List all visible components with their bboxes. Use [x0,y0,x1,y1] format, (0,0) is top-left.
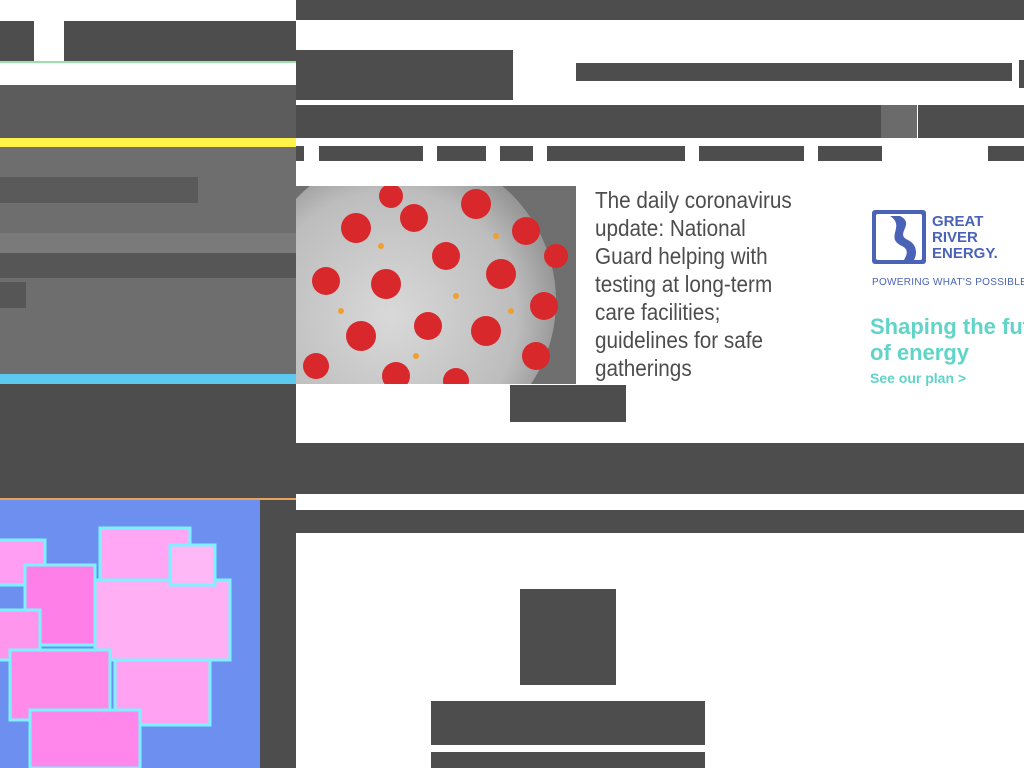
background-divider [0,61,296,63]
subnav-item[interactable] [988,146,1024,161]
section-header [296,510,1024,533]
background-menu-block[interactable] [0,21,34,61]
ad-brand-name: GREAT RIVER ENERGY. [932,213,998,262]
news-page-overlay: The daily coronavirus update: National G… [296,0,1024,768]
background-text-placeholder [0,177,198,203]
subnav-item[interactable] [296,146,304,161]
ad-tagline: POWERING WHAT'S POSSIBLE [872,277,1024,288]
read-more-button[interactable] [510,385,626,422]
subnav-item[interactable] [699,146,804,161]
thumbnail-placeholder[interactable] [520,589,616,685]
coronavirus-image[interactable] [296,186,576,384]
top-utility-bar [296,0,1024,20]
search-input[interactable] [576,63,1012,81]
content-block[interactable] [431,752,705,768]
background-side-column [260,500,296,768]
background-text-placeholder [0,233,296,253]
ad-cta-link[interactable]: See our plan > [870,370,966,386]
subnav-item[interactable] [818,146,882,161]
river-logo-background [876,214,922,260]
section-banner [296,443,1024,494]
background-dark-panel [0,384,296,498]
background-screens-image[interactable] [0,500,260,768]
background-accent-stripe [0,138,296,147]
ad-headline: Shaping the future of energy [870,314,1024,365]
background-icon-placeholder [0,282,26,308]
river-logo-icon [872,210,926,264]
background-logo-block[interactable] [64,21,296,61]
subnav-item[interactable] [319,146,423,161]
subnav-item[interactable] [500,146,533,161]
nav-item-active[interactable] [881,105,917,138]
content-block[interactable] [431,701,705,745]
subnav-item[interactable] [547,146,685,161]
subnav-item[interactable] [437,146,486,161]
site-logo[interactable] [296,50,513,100]
background-text-placeholder [0,253,296,278]
search-button[interactable] [1019,60,1024,88]
background-accent-stripe [0,374,296,384]
great-river-energy-ad[interactable]: GREAT RIVER ENERGY. POWERING WHAT'S POSS… [866,186,1024,396]
nav-divider [917,105,918,138]
article-headline[interactable]: The daily coronavirus update: National G… [595,186,807,382]
background-nav-bar [0,85,296,138]
background-page [0,0,296,768]
